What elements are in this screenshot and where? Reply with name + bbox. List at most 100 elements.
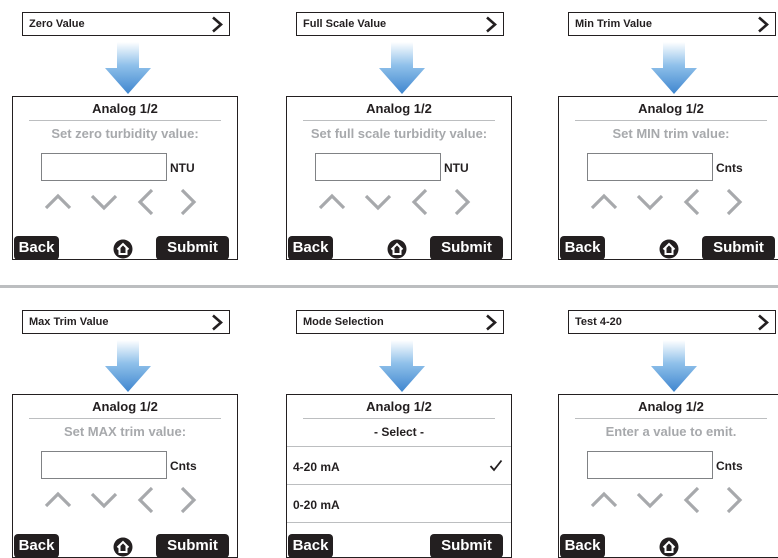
down-nav-icon[interactable] xyxy=(89,187,119,217)
unit-label: NTU xyxy=(444,161,469,175)
screen-title: Analog 1/2 xyxy=(638,101,704,116)
menu-item-mode-selection[interactable]: Mode Selection xyxy=(296,310,504,334)
down-arrow-icon xyxy=(105,340,151,392)
checkmark-icon xyxy=(489,459,503,472)
chevron-right-icon xyxy=(212,16,223,33)
unit-label: Cnts xyxy=(716,459,743,473)
panel-min-trim-value: Min Trim Value Analog 1/2 Set MIN trim v… xyxy=(558,0,778,260)
left-nav-icon[interactable] xyxy=(131,485,161,515)
down-nav-icon[interactable] xyxy=(363,187,393,217)
title-divider xyxy=(303,120,495,121)
submit-button[interactable]: Submit xyxy=(702,236,775,259)
home-icon[interactable] xyxy=(387,239,407,259)
up-nav-icon[interactable] xyxy=(317,187,347,217)
screen-prompt: Set MAX trim value: xyxy=(63,424,187,439)
device-screen: Analog 1/2 Set MAX trim value: Cnts Back… xyxy=(12,394,238,558)
menu-item-label: Min Trim Value xyxy=(575,18,653,30)
chevron-right-icon xyxy=(212,314,223,331)
left-nav-icon[interactable] xyxy=(677,485,707,515)
screen-title: Analog 1/2 xyxy=(638,399,704,414)
option-4-20-ma[interactable]: 4-20 mA xyxy=(287,446,511,485)
screen-title: Analog 1/2 xyxy=(366,399,432,414)
value-input[interactable] xyxy=(41,153,167,181)
menu-item-label: Max Trim Value xyxy=(29,316,109,328)
option-0-20-ma[interactable]: 0-20 mA xyxy=(287,484,511,523)
right-nav-icon[interactable] xyxy=(719,187,749,217)
title-divider xyxy=(29,418,221,419)
device-screen: Analog 1/2 Set zero turbidity value: NTU… xyxy=(12,96,238,260)
device-screen: Analog 1/2 Set MIN trim value: Cnts Back… xyxy=(558,96,778,260)
panel-max-trim-value: Max Trim Value Analog 1/2 Set MAX trim v… xyxy=(12,298,267,558)
chevron-right-icon xyxy=(758,16,769,33)
down-nav-icon[interactable] xyxy=(89,485,119,515)
back-button[interactable]: Back xyxy=(14,236,59,259)
screen-title: Analog 1/2 xyxy=(92,101,158,116)
right-nav-icon[interactable] xyxy=(719,485,749,515)
screen-prompt: Set MIN trim value: xyxy=(612,126,730,141)
chevron-right-icon xyxy=(486,16,497,33)
value-input[interactable] xyxy=(587,153,713,181)
home-icon[interactable] xyxy=(659,239,679,259)
option-label: 0-20 mA xyxy=(293,498,340,512)
home-icon[interactable] xyxy=(113,239,133,259)
right-nav-icon[interactable] xyxy=(173,485,203,515)
row-divider xyxy=(0,285,778,288)
value-input[interactable] xyxy=(315,153,441,181)
menu-item-full-scale-value[interactable]: Full Scale Value xyxy=(296,12,504,36)
down-nav-icon[interactable] xyxy=(635,485,665,515)
chevron-right-icon xyxy=(758,314,769,331)
right-nav-icon[interactable] xyxy=(173,187,203,217)
submit-button[interactable]: Submit xyxy=(430,534,503,557)
menu-item-max-trim-value[interactable]: Max Trim Value xyxy=(22,310,230,334)
panel-full-scale-value: Full Scale Value Analog 1/2 Set full sca… xyxy=(286,0,541,260)
down-arrow-icon xyxy=(651,42,697,94)
value-input[interactable] xyxy=(587,451,713,479)
up-nav-icon[interactable] xyxy=(43,187,73,217)
menu-item-zero-value[interactable]: Zero Value xyxy=(22,12,230,36)
screen-prompt: Enter a value to emit. xyxy=(605,424,737,439)
unit-label: NTU xyxy=(170,161,195,175)
down-arrow-icon xyxy=(105,42,151,94)
back-button[interactable]: Back xyxy=(14,534,59,557)
left-nav-icon[interactable] xyxy=(405,187,435,217)
screen-title: Analog 1/2 xyxy=(92,399,158,414)
menu-item-label: Test 4-20 xyxy=(575,316,622,328)
back-button[interactable]: Back xyxy=(560,534,605,557)
title-divider xyxy=(575,418,767,419)
panel-test-4-20: Test 4-20 Analog 1/2 Enter a value to em… xyxy=(558,298,778,558)
right-nav-icon[interactable] xyxy=(447,187,477,217)
value-input[interactable] xyxy=(41,451,167,479)
menu-item-label: Full Scale Value xyxy=(303,18,387,30)
down-nav-icon[interactable] xyxy=(635,187,665,217)
menu-item-label: Mode Selection xyxy=(303,316,384,328)
submit-button[interactable]: Submit xyxy=(156,236,229,259)
menu-item-test-4-20[interactable]: Test 4-20 xyxy=(568,310,776,334)
back-button[interactable]: Back xyxy=(288,534,333,557)
down-arrow-icon xyxy=(379,340,425,392)
home-icon[interactable] xyxy=(659,537,679,557)
up-nav-icon[interactable] xyxy=(43,485,73,515)
up-nav-icon[interactable] xyxy=(589,485,619,515)
option-label: 4-20 mA xyxy=(293,460,340,474)
submit-button[interactable]: Submit xyxy=(430,236,503,259)
back-button[interactable]: Back xyxy=(560,236,605,259)
screen-prompt: Set full scale turbidity value: xyxy=(310,126,488,141)
submit-button[interactable]: Submit xyxy=(156,534,229,557)
left-nav-icon[interactable] xyxy=(677,187,707,217)
screen-prompt: Set zero turbidity value: xyxy=(51,126,199,141)
back-button[interactable]: Back xyxy=(288,236,333,259)
panel-mode-selection: Mode Selection Analog 1/2 - Select - 4-2… xyxy=(286,298,541,558)
select-header: - Select - xyxy=(373,425,424,439)
menu-item-min-trim-value[interactable]: Min Trim Value xyxy=(568,12,776,36)
left-nav-icon[interactable] xyxy=(131,187,161,217)
device-screen: Analog 1/2 Set full scale turbidity valu… xyxy=(286,96,512,260)
options-bottom-rule xyxy=(287,522,511,533)
device-screen: Analog 1/2 Enter a value to emit. Cnts B… xyxy=(558,394,778,558)
menu-item-label: Zero Value xyxy=(29,18,85,30)
home-icon[interactable] xyxy=(113,537,133,557)
title-divider xyxy=(29,120,221,121)
unit-label: Cnts xyxy=(716,161,743,175)
up-nav-icon[interactable] xyxy=(589,187,619,217)
title-divider xyxy=(575,120,767,121)
unit-label: Cnts xyxy=(170,459,197,473)
